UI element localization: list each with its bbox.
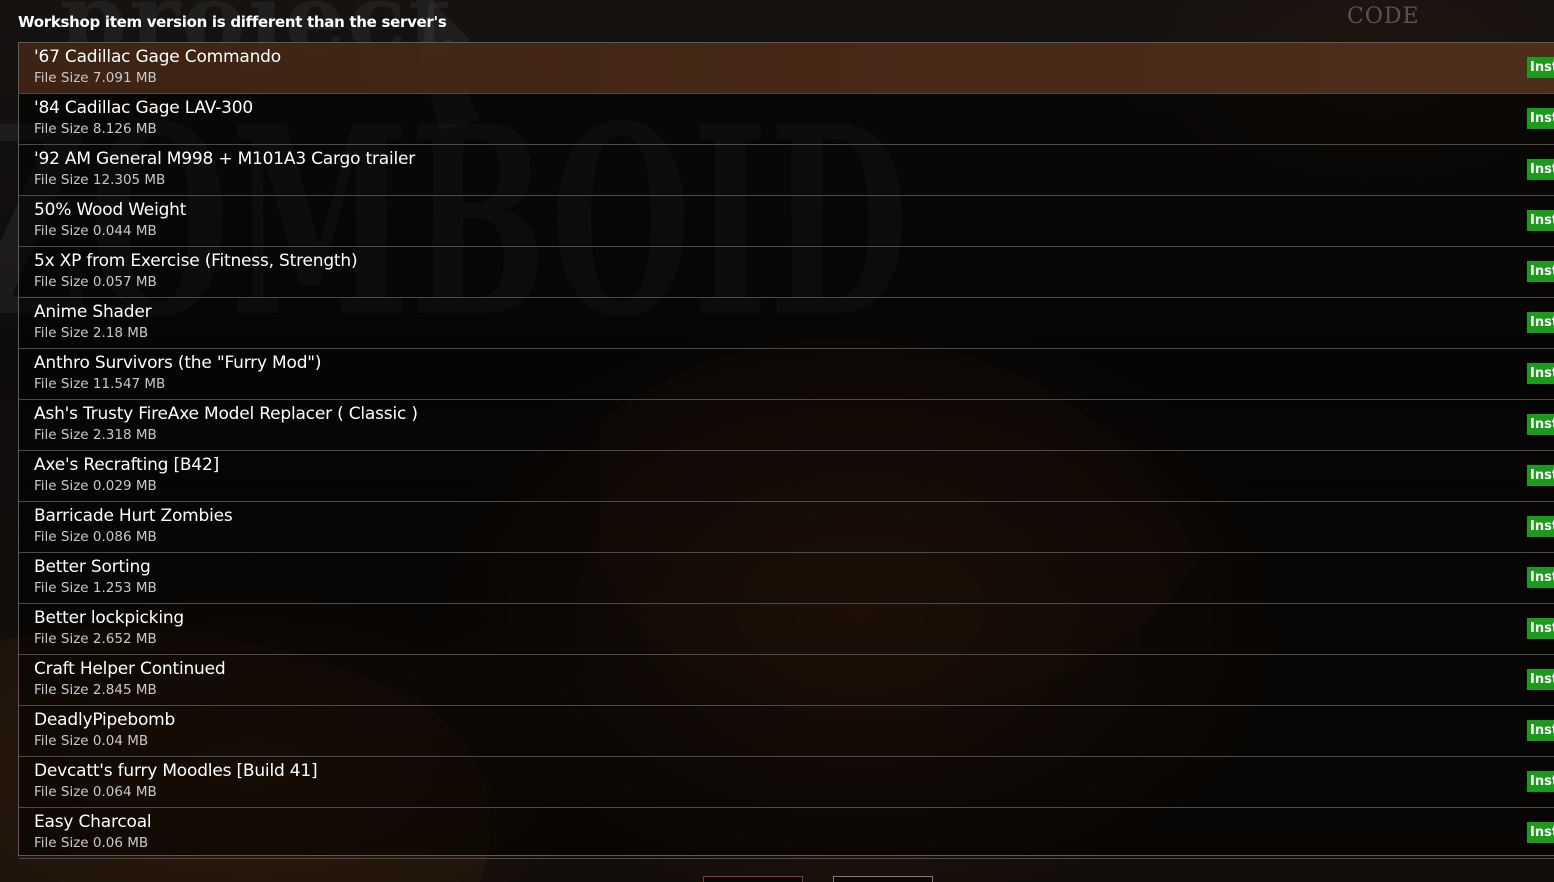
mod-name: Anime Shader	[34, 302, 152, 322]
mod-name: Easy Charcoal	[34, 812, 152, 832]
install-button[interactable]: Inst	[1527, 567, 1554, 588]
mod-list-row[interactable]: DeadlyPipebomb File Size 0.04 MB Inst	[19, 706, 1554, 757]
install-button[interactable]: Inst	[1527, 312, 1554, 333]
mod-name: Better lockpicking	[34, 608, 185, 628]
mod-list-row[interactable]: Devcatt's furry Moodles [Build 41] File S…	[19, 757, 1554, 808]
mod-list-row[interactable]: Easy Charcoal File Size 0.06 MB Inst	[19, 808, 1554, 859]
mod-list-row[interactable]: 5x XP from Exercise (Fitness, Strength) F…	[19, 247, 1554, 298]
dialog-action-button-left[interactable]	[703, 876, 803, 882]
mod-name: Barricade Hurt Zombies	[34, 506, 233, 526]
mod-file-size: File Size 8.126 MB	[34, 121, 157, 137]
mod-file-size: File Size 2.318 MB	[34, 427, 157, 443]
mod-name: 5x XP from Exercise (Fitness, Strength)	[34, 251, 358, 271]
install-button[interactable]: Inst	[1527, 771, 1554, 792]
game-menu-screen: project ZOMBOID CODE Workshop item versi…	[0, 0, 1554, 882]
install-button[interactable]: Inst	[1527, 465, 1554, 486]
dialog-title: Workshop item version is different than …	[18, 13, 447, 31]
mod-list-row[interactable]: '67 Cadillac Gage Commando File Size 7.09…	[19, 43, 1554, 94]
install-button[interactable]: Inst	[1527, 210, 1554, 231]
mod-list-row[interactable]: Better lockpicking File Size 2.652 MB Inst	[19, 604, 1554, 655]
mod-name: Ash's Trusty FireAxe Model Replacer ( Cl…	[34, 404, 418, 424]
mod-file-size: File Size 2.18 MB	[34, 325, 149, 341]
install-button[interactable]: Inst	[1527, 363, 1554, 384]
mod-file-size: File Size 0.04 MB	[34, 733, 149, 749]
dialog-action-button-right[interactable]	[833, 876, 933, 882]
mod-name: '92 AM General M998 + M101A3 Cargo trail…	[34, 149, 416, 169]
mod-name: Devcatt's furry Moodles [Build 41]	[34, 761, 318, 781]
mod-file-size: File Size 0.06 MB	[34, 835, 149, 851]
mod-name: '84 Cadillac Gage LAV-300	[34, 98, 253, 118]
mod-file-size: File Size 11.547 MB	[34, 376, 166, 392]
mod-list-row[interactable]: Anime Shader File Size 2.18 MB Inst	[19, 298, 1554, 349]
install-button[interactable]: Inst	[1527, 720, 1554, 741]
mod-file-size: File Size 0.029 MB	[34, 478, 157, 494]
mod-list-row[interactable]: Craft Helper Continued File Size 2.845 MB…	[19, 655, 1554, 706]
install-button[interactable]: Inst	[1527, 261, 1554, 282]
mod-name: Better Sorting	[34, 557, 151, 577]
install-button[interactable]: Inst	[1527, 618, 1554, 639]
mod-list-row[interactable]: '92 AM General M998 + M101A3 Cargo trail…	[19, 145, 1554, 196]
mod-name: 50% Wood Weight	[34, 200, 187, 220]
mod-file-size: File Size 12.305 MB	[34, 172, 166, 188]
mod-file-size: File Size 0.044 MB	[34, 223, 157, 239]
background-code-label: CODE	[1347, 4, 1420, 29]
mod-name: DeadlyPipebomb	[34, 710, 176, 730]
mod-file-size: File Size 2.652 MB	[34, 631, 157, 647]
mod-list-row[interactable]: 50% Wood Weight File Size 0.044 MB Inst	[19, 196, 1554, 247]
mod-list-row[interactable]: Axe's Recrafting [B42] File Size 0.029 MB…	[19, 451, 1554, 502]
mod-file-size: File Size 0.057 MB	[34, 274, 157, 290]
mod-name: Axe's Recrafting [B42]	[34, 455, 220, 475]
workshop-mod-list[interactable]: '67 Cadillac Gage Commando File Size 7.09…	[18, 42, 1554, 859]
mod-name: Anthro Survivors (the "Furry Mod")	[34, 353, 322, 373]
mod-file-size: File Size 0.064 MB	[34, 784, 157, 800]
install-button[interactable]: Inst	[1527, 108, 1554, 129]
install-button[interactable]: Inst	[1527, 822, 1554, 843]
mod-file-size: File Size 1.253 MB	[34, 580, 157, 596]
mod-file-size: File Size 0.086 MB	[34, 529, 157, 545]
install-button[interactable]: Inst	[1527, 669, 1554, 690]
install-button[interactable]: Inst	[1527, 159, 1554, 180]
install-button[interactable]: Inst	[1527, 414, 1554, 435]
mod-list-row[interactable]: Barricade Hurt Zombies File Size 0.086 MB…	[19, 502, 1554, 553]
mod-file-size: File Size 7.091 MB	[34, 70, 157, 86]
install-button[interactable]: Inst	[1527, 516, 1554, 537]
mod-list-row[interactable]: '84 Cadillac Gage LAV-300 File Size 8.126…	[19, 94, 1554, 145]
mod-file-size: File Size 2.845 MB	[34, 682, 157, 698]
mod-list-row[interactable]: Better Sorting File Size 1.253 MB Inst	[19, 553, 1554, 604]
mod-name: Craft Helper Continued	[34, 659, 226, 679]
mod-list-row[interactable]: Anthro Survivors (the "Furry Mod") File S…	[19, 349, 1554, 400]
install-button[interactable]: Inst	[1527, 57, 1554, 78]
mod-list-row[interactable]: Ash's Trusty FireAxe Model Replacer ( Cl…	[19, 400, 1554, 451]
mod-name: '67 Cadillac Gage Commando	[34, 47, 281, 67]
